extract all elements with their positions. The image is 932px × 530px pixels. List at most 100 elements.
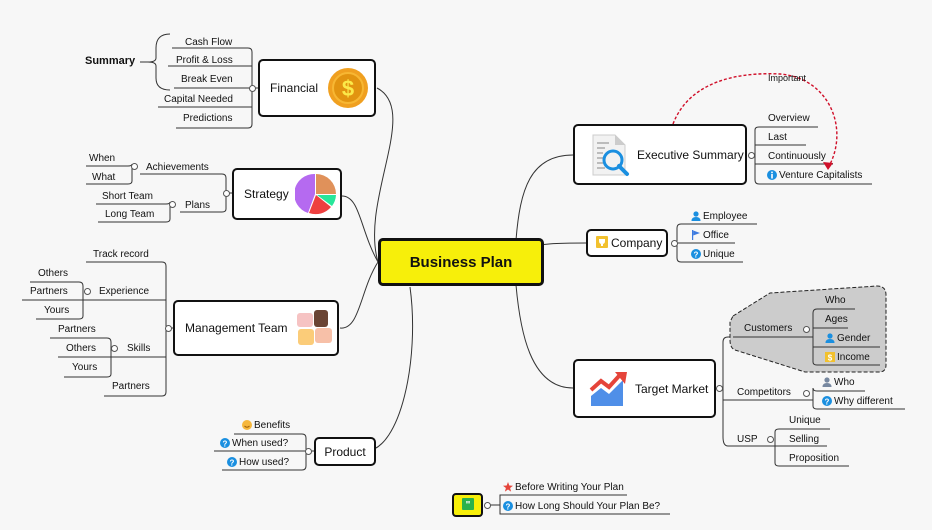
- company-child[interactable]: Office: [691, 230, 729, 244]
- customers-child[interactable]: Who: [825, 295, 846, 307]
- financial-child[interactable]: Predictions: [183, 113, 232, 125]
- skills-label[interactable]: Skills: [127, 343, 150, 355]
- track-record[interactable]: Track record: [93, 249, 149, 261]
- collapse-toggle[interactable]: [131, 163, 138, 170]
- topic-label: Company: [611, 236, 663, 250]
- svg-text:$: $: [342, 76, 354, 101]
- collapse-toggle[interactable]: [111, 345, 118, 352]
- customers-child[interactable]: Gender: [825, 333, 870, 347]
- flag-icon: [691, 230, 701, 244]
- topic-label: Product: [324, 444, 366, 459]
- customers-child[interactable]: Ages: [825, 314, 848, 326]
- financial-child[interactable]: Cash Flow: [185, 37, 232, 49]
- topic-target-market[interactable]: Target Market: [573, 359, 716, 418]
- collapse-toggle[interactable]: [748, 152, 755, 159]
- customers-label[interactable]: Customers: [744, 323, 792, 335]
- topic-label: Strategy: [244, 187, 289, 201]
- competitors-child[interactable]: Who: [822, 377, 855, 391]
- experience-child[interactable]: Yours: [44, 305, 69, 317]
- product-child[interactable]: ? When used?: [220, 438, 288, 452]
- achievements-child[interactable]: What: [92, 172, 115, 184]
- collapse-toggle[interactable]: [767, 436, 774, 443]
- company-child[interactable]: Employee: [691, 211, 747, 225]
- collapse-toggle[interactable]: [165, 325, 172, 332]
- customers-child[interactable]: $ Income: [825, 352, 870, 366]
- plans-child[interactable]: Long Team: [105, 209, 154, 221]
- usp-child[interactable]: Proposition: [789, 453, 839, 465]
- company-child[interactable]: ? Unique: [691, 249, 735, 263]
- notes-child[interactable]: Before Writing Your Plan: [503, 482, 624, 496]
- central-topic-label: Business Plan: [409, 253, 513, 271]
- notes-child[interactable]: ? How Long Should Your Plan Be?: [503, 501, 660, 515]
- topic-executive-summary[interactable]: Executive Summary: [573, 124, 747, 185]
- person-icon: [825, 333, 835, 347]
- topic-label: Target Market: [635, 381, 709, 396]
- product-child[interactable]: ? How used?: [227, 457, 289, 471]
- executive-child[interactable]: Venture Capitalists: [767, 170, 862, 184]
- topic-label: Management Team: [185, 321, 288, 335]
- collapse-toggle[interactable]: [803, 326, 810, 333]
- svg-text:": ": [465, 500, 470, 510]
- financial-child[interactable]: Break Even: [181, 74, 233, 86]
- financial-child[interactable]: Profit & Loss: [176, 55, 233, 67]
- competitors-child[interactable]: ? Why different: [822, 396, 893, 410]
- collapse-toggle[interactable]: [671, 240, 678, 247]
- plans-child[interactable]: Short Team: [102, 191, 153, 203]
- usp-child[interactable]: Unique: [789, 415, 821, 427]
- skills-child[interactable]: Others: [66, 343, 96, 355]
- usp-label[interactable]: USP: [737, 434, 758, 446]
- dollar-coin-icon: $: [328, 68, 369, 108]
- executive-child[interactable]: Continuously: [768, 151, 826, 163]
- collapse-toggle[interactable]: [249, 85, 256, 92]
- collapse-toggle[interactable]: [484, 502, 491, 509]
- skills-child[interactable]: Yours: [72, 362, 97, 374]
- management-partners[interactable]: Partners: [112, 381, 150, 393]
- trend-chart-icon: [589, 371, 627, 406]
- central-topic[interactable]: Business Plan: [378, 238, 544, 286]
- question-icon: ?: [822, 396, 832, 410]
- skills-child[interactable]: Partners: [58, 324, 96, 336]
- star-icon: [503, 482, 513, 496]
- svg-text:?: ?: [506, 503, 511, 512]
- collapse-toggle[interactable]: [305, 448, 312, 455]
- question-icon: ?: [691, 249, 701, 263]
- question-icon: ?: [227, 457, 237, 471]
- dollar-icon: $: [825, 352, 835, 366]
- smiley-icon: [242, 420, 252, 434]
- experience-label[interactable]: Experience: [99, 286, 149, 298]
- topic-management-team[interactable]: Management Team: [173, 300, 339, 356]
- person-icon: [822, 377, 832, 391]
- floating-topic-notes[interactable]: ": [452, 493, 483, 517]
- svg-text:?: ?: [694, 251, 699, 260]
- pie-chart-icon: [294, 173, 336, 215]
- usp-child[interactable]: Selling: [789, 434, 819, 446]
- quote-icon: ": [461, 497, 474, 513]
- relationship-label[interactable]: Important: [768, 72, 806, 84]
- achievements-child[interactable]: When: [89, 153, 115, 165]
- topic-financial[interactable]: Financial $: [258, 59, 376, 117]
- collapse-toggle[interactable]: [169, 201, 176, 208]
- competitors-label[interactable]: Competitors: [737, 387, 791, 399]
- svg-text:$: $: [828, 354, 833, 363]
- collapse-toggle[interactable]: [716, 385, 723, 392]
- topic-strategy[interactable]: Strategy: [232, 168, 342, 220]
- experience-child[interactable]: Partners: [30, 286, 68, 298]
- topic-company[interactable]: Company: [586, 229, 668, 257]
- experience-child[interactable]: Others: [38, 268, 68, 280]
- collapse-toggle[interactable]: [803, 390, 810, 397]
- svg-text:?: ?: [230, 459, 235, 468]
- executive-child[interactable]: Last: [768, 132, 787, 144]
- document-search-icon: [592, 134, 629, 176]
- summary-label: Summary: [85, 55, 136, 67]
- financial-child[interactable]: Capital Needed: [164, 94, 233, 106]
- topic-product[interactable]: Product: [314, 437, 376, 466]
- topic-label: Financial: [270, 81, 319, 95]
- plans-label[interactable]: Plans: [185, 200, 210, 212]
- executive-child[interactable]: Overview: [768, 113, 810, 125]
- collapse-toggle[interactable]: [223, 190, 230, 197]
- product-child[interactable]: Benefits: [242, 420, 290, 434]
- svg-text:?: ?: [825, 398, 830, 407]
- achievements-label[interactable]: Achievements: [146, 162, 209, 174]
- trophy-icon: [596, 235, 608, 251]
- collapse-toggle[interactable]: [84, 288, 91, 295]
